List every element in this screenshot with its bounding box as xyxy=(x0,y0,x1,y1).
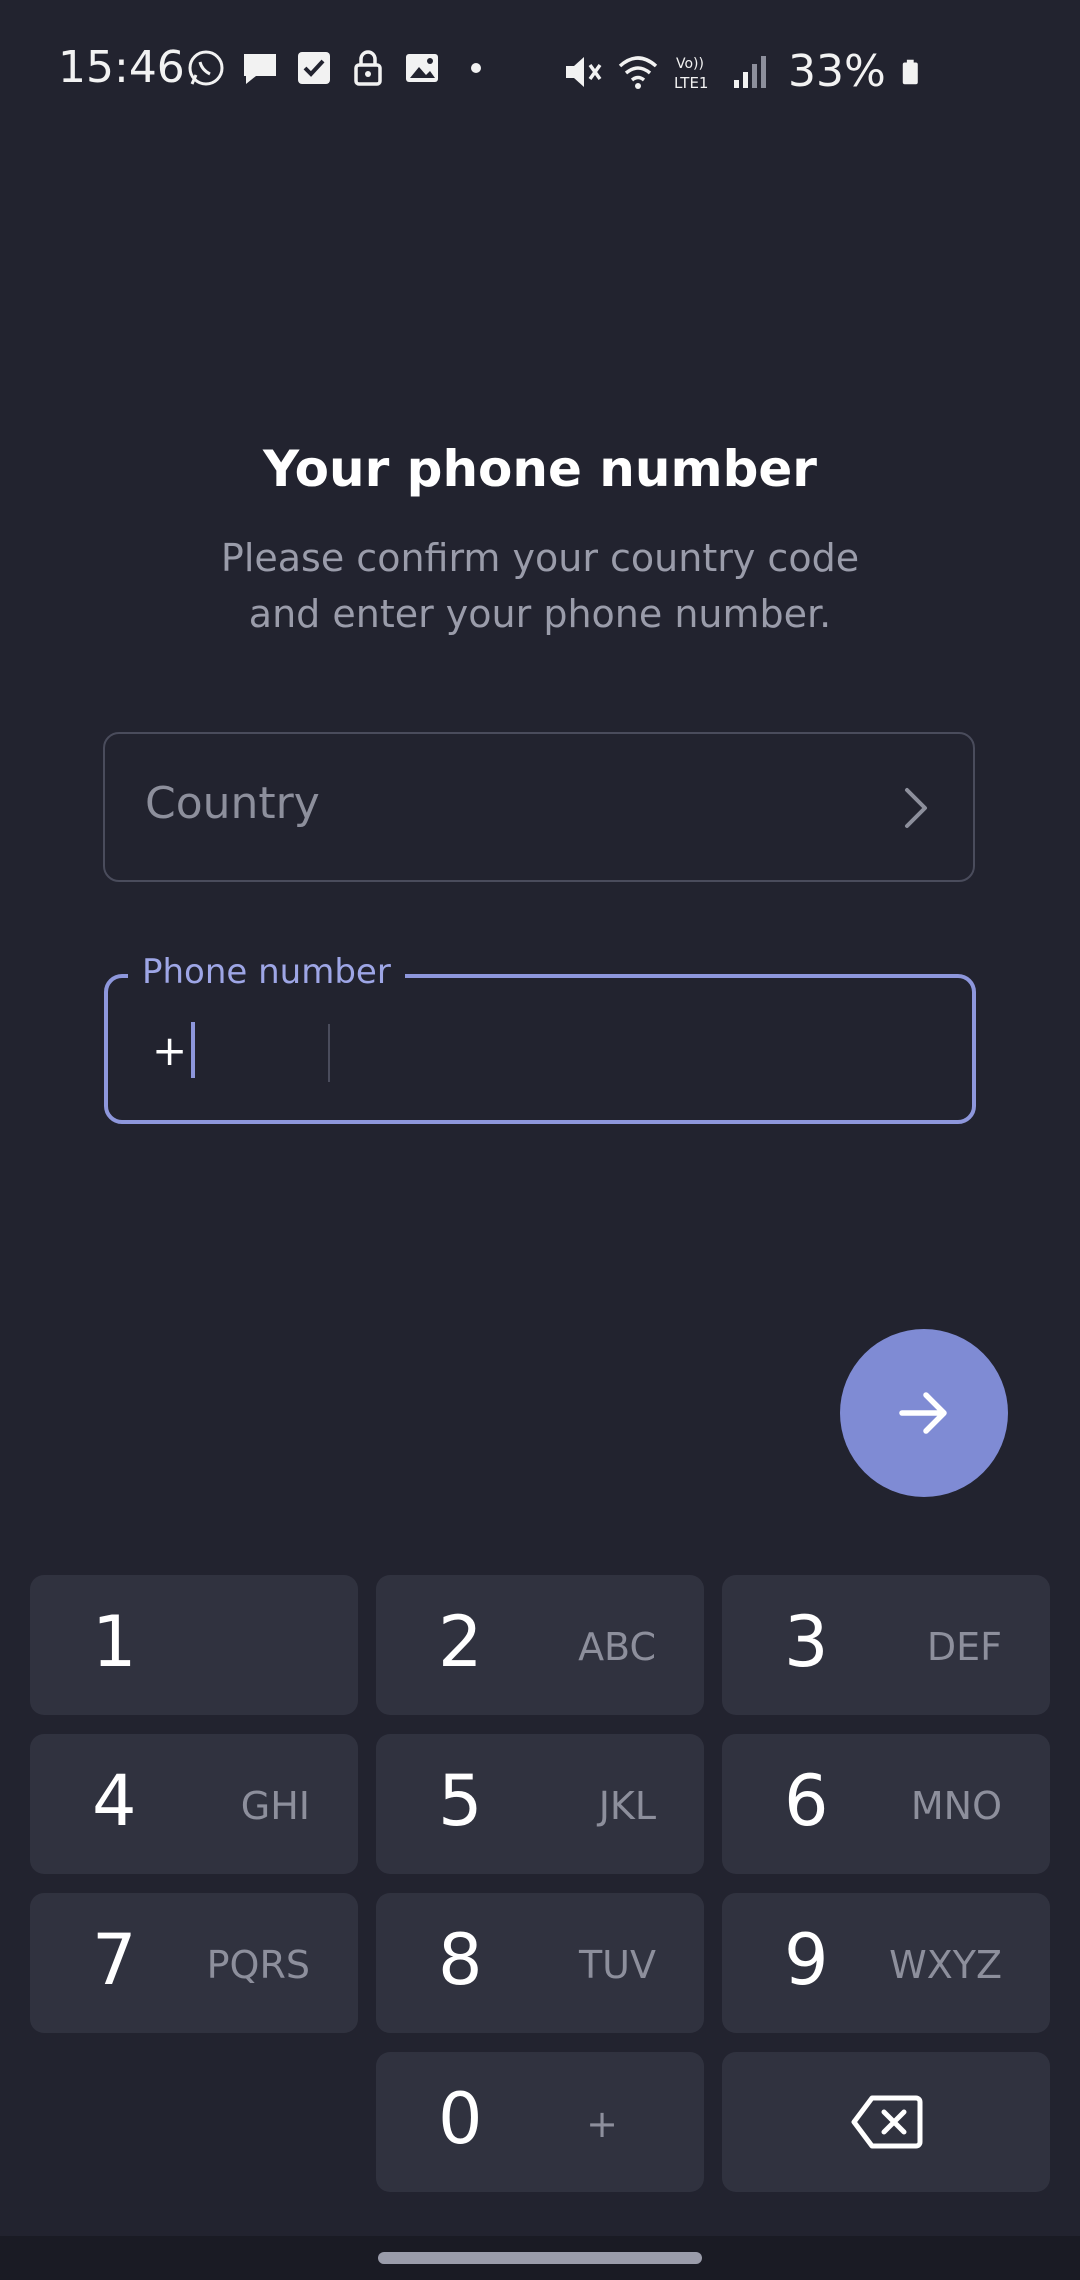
numeric-keypad: 1 2 ABC 3 DEF 4 GHI 5 JKL 6 MNO 7 PQRS 8… xyxy=(0,1560,1080,2240)
key-0[interactable]: 0 + xyxy=(376,2052,704,2192)
key-digit: 5 xyxy=(438,1760,483,1842)
key-digit: 2 xyxy=(438,1601,483,1683)
notification-icons xyxy=(186,48,496,88)
key-6[interactable]: 6 MNO xyxy=(722,1734,1050,1874)
next-button[interactable] xyxy=(840,1329,1008,1497)
wifi-icon xyxy=(618,55,658,89)
status-time: 15:46 xyxy=(58,42,185,93)
key-7[interactable]: 7 PQRS xyxy=(30,1893,358,2033)
checkbox-icon xyxy=(298,52,330,84)
key-8[interactable]: 8 TUV xyxy=(376,1893,704,2033)
svg-text:LTE1: LTE1 xyxy=(674,74,708,92)
mute-icon xyxy=(566,56,602,87)
key-letters: + xyxy=(586,2102,618,2146)
subtitle-line-2: and enter your phone number. xyxy=(248,592,832,636)
key-2[interactable]: 2 ABC xyxy=(376,1575,704,1715)
country-selector[interactable]: Country xyxy=(103,732,975,882)
whatsapp-icon xyxy=(188,50,224,86)
page-subtitle: Please confirm your country code and ent… xyxy=(160,530,920,642)
chevron-right-icon xyxy=(905,788,927,828)
key-digit: 4 xyxy=(92,1760,137,1842)
status-bar: 15:46 Vo)) LTE1 33% xyxy=(0,0,1080,140)
gallery-icon xyxy=(406,54,438,82)
volte-lte-icon: Vo)) LTE1 xyxy=(674,56,708,92)
plus-prefix: + xyxy=(152,1025,188,1075)
key-digit: 9 xyxy=(784,1919,829,2001)
home-indicator[interactable] xyxy=(378,2252,702,2264)
text-caret xyxy=(191,1022,196,1078)
key-digit: 6 xyxy=(784,1760,829,1842)
key-9[interactable]: 9 WXYZ xyxy=(722,1893,1050,2033)
battery-icon xyxy=(902,59,918,84)
subtitle-line-1: Please confirm your country code xyxy=(220,536,860,580)
key-letters: GHI xyxy=(240,1784,310,1828)
phone-number-field[interactable]: Phone number + xyxy=(104,952,976,1124)
backspace-icon xyxy=(851,2095,923,2149)
arrow-right-icon xyxy=(899,1392,947,1434)
svg-text:Vo)): Vo)) xyxy=(676,56,704,72)
key-digit: 7 xyxy=(92,1919,137,2001)
key-3[interactable]: 3 DEF xyxy=(722,1575,1050,1715)
message-icon xyxy=(244,54,276,84)
page-title: Your phone number xyxy=(263,440,817,498)
backspace-key[interactable] xyxy=(722,2052,1050,2192)
key-letters: JKL xyxy=(598,1784,656,1828)
key-letters: DEF xyxy=(926,1625,1002,1669)
key-letters: ABC xyxy=(578,1625,656,1669)
key-digit: 3 xyxy=(784,1601,829,1683)
navigation-bar xyxy=(0,2236,1080,2280)
signal-icon xyxy=(734,55,766,88)
phone-divider xyxy=(328,1024,330,1082)
key-digit: 1 xyxy=(92,1601,137,1683)
country-code-input[interactable]: + xyxy=(152,1022,196,1078)
phone-number-input[interactable] xyxy=(348,1018,952,1086)
key-5[interactable]: 5 JKL xyxy=(376,1734,704,1874)
key-digit: 8 xyxy=(438,1919,483,2001)
country-placeholder: Country xyxy=(145,778,320,829)
system-icons: Vo)) LTE1 33% xyxy=(560,46,928,97)
key-4[interactable]: 4 GHI xyxy=(30,1734,358,1874)
lock-icon xyxy=(354,50,382,86)
battery-percentage: 33% xyxy=(788,46,886,97)
key-letters: PQRS xyxy=(206,1943,310,1987)
phone-number-label: Phone number xyxy=(128,952,405,992)
key-letters: TUV xyxy=(578,1943,656,1987)
key-letters: WXYZ xyxy=(889,1943,1002,1987)
key-digit: 0 xyxy=(438,2078,483,2160)
key-letters: MNO xyxy=(910,1784,1002,1828)
dot-icon xyxy=(471,63,481,73)
key-1[interactable]: 1 xyxy=(30,1575,358,1715)
